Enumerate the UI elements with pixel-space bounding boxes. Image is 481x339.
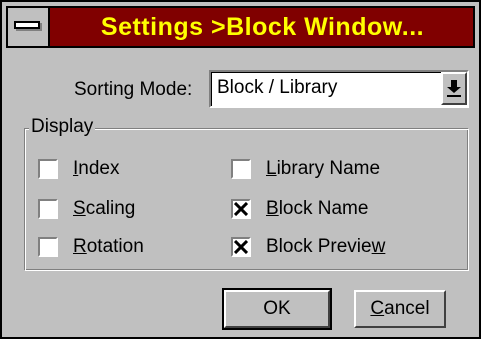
cancel-button[interactable]: Cancel [354, 290, 446, 328]
system-menu-icon [14, 21, 40, 29]
scaling-label: Scaling [73, 198, 136, 219]
display-group: Display Index Scaling Rotation Library N… [24, 116, 469, 271]
check-x-icon [234, 202, 248, 216]
sorting-mode-label: Sorting Mode: [74, 79, 193, 100]
library-name-label: Library Name [266, 158, 381, 179]
ok-button[interactable]: OK [222, 288, 332, 330]
block-name-checkbox-box[interactable] [231, 199, 251, 219]
display-group-label: Display [29, 116, 96, 138]
system-menu-button[interactable] [8, 8, 50, 46]
arrow-down-icon [447, 80, 461, 97]
settings-dialog: Settings >Block Window... Sorting Mode: … [0, 0, 481, 339]
rotation-checkbox-box[interactable] [38, 237, 58, 257]
sorting-mode-value: Block / Library [217, 77, 338, 98]
check-x-icon [234, 240, 248, 254]
title-bar[interactable]: Settings >Block Window... [6, 6, 475, 48]
block-name-label: Block Name [266, 198, 369, 219]
index-label: Index [73, 158, 120, 179]
scaling-checkbox-box[interactable] [38, 199, 58, 219]
rotation-label: Rotation [73, 236, 144, 257]
index-checkbox-box[interactable] [38, 159, 58, 179]
block-preview-label: Block Preview [266, 236, 386, 257]
window-title: Settings >Block Window... [100, 13, 425, 41]
block-preview-checkbox-box[interactable] [231, 237, 251, 257]
dropdown-arrow-button[interactable] [441, 72, 467, 105]
library-name-checkbox-box[interactable] [231, 159, 251, 179]
sorting-mode-dropdown[interactable]: Block / Library [209, 70, 469, 108]
